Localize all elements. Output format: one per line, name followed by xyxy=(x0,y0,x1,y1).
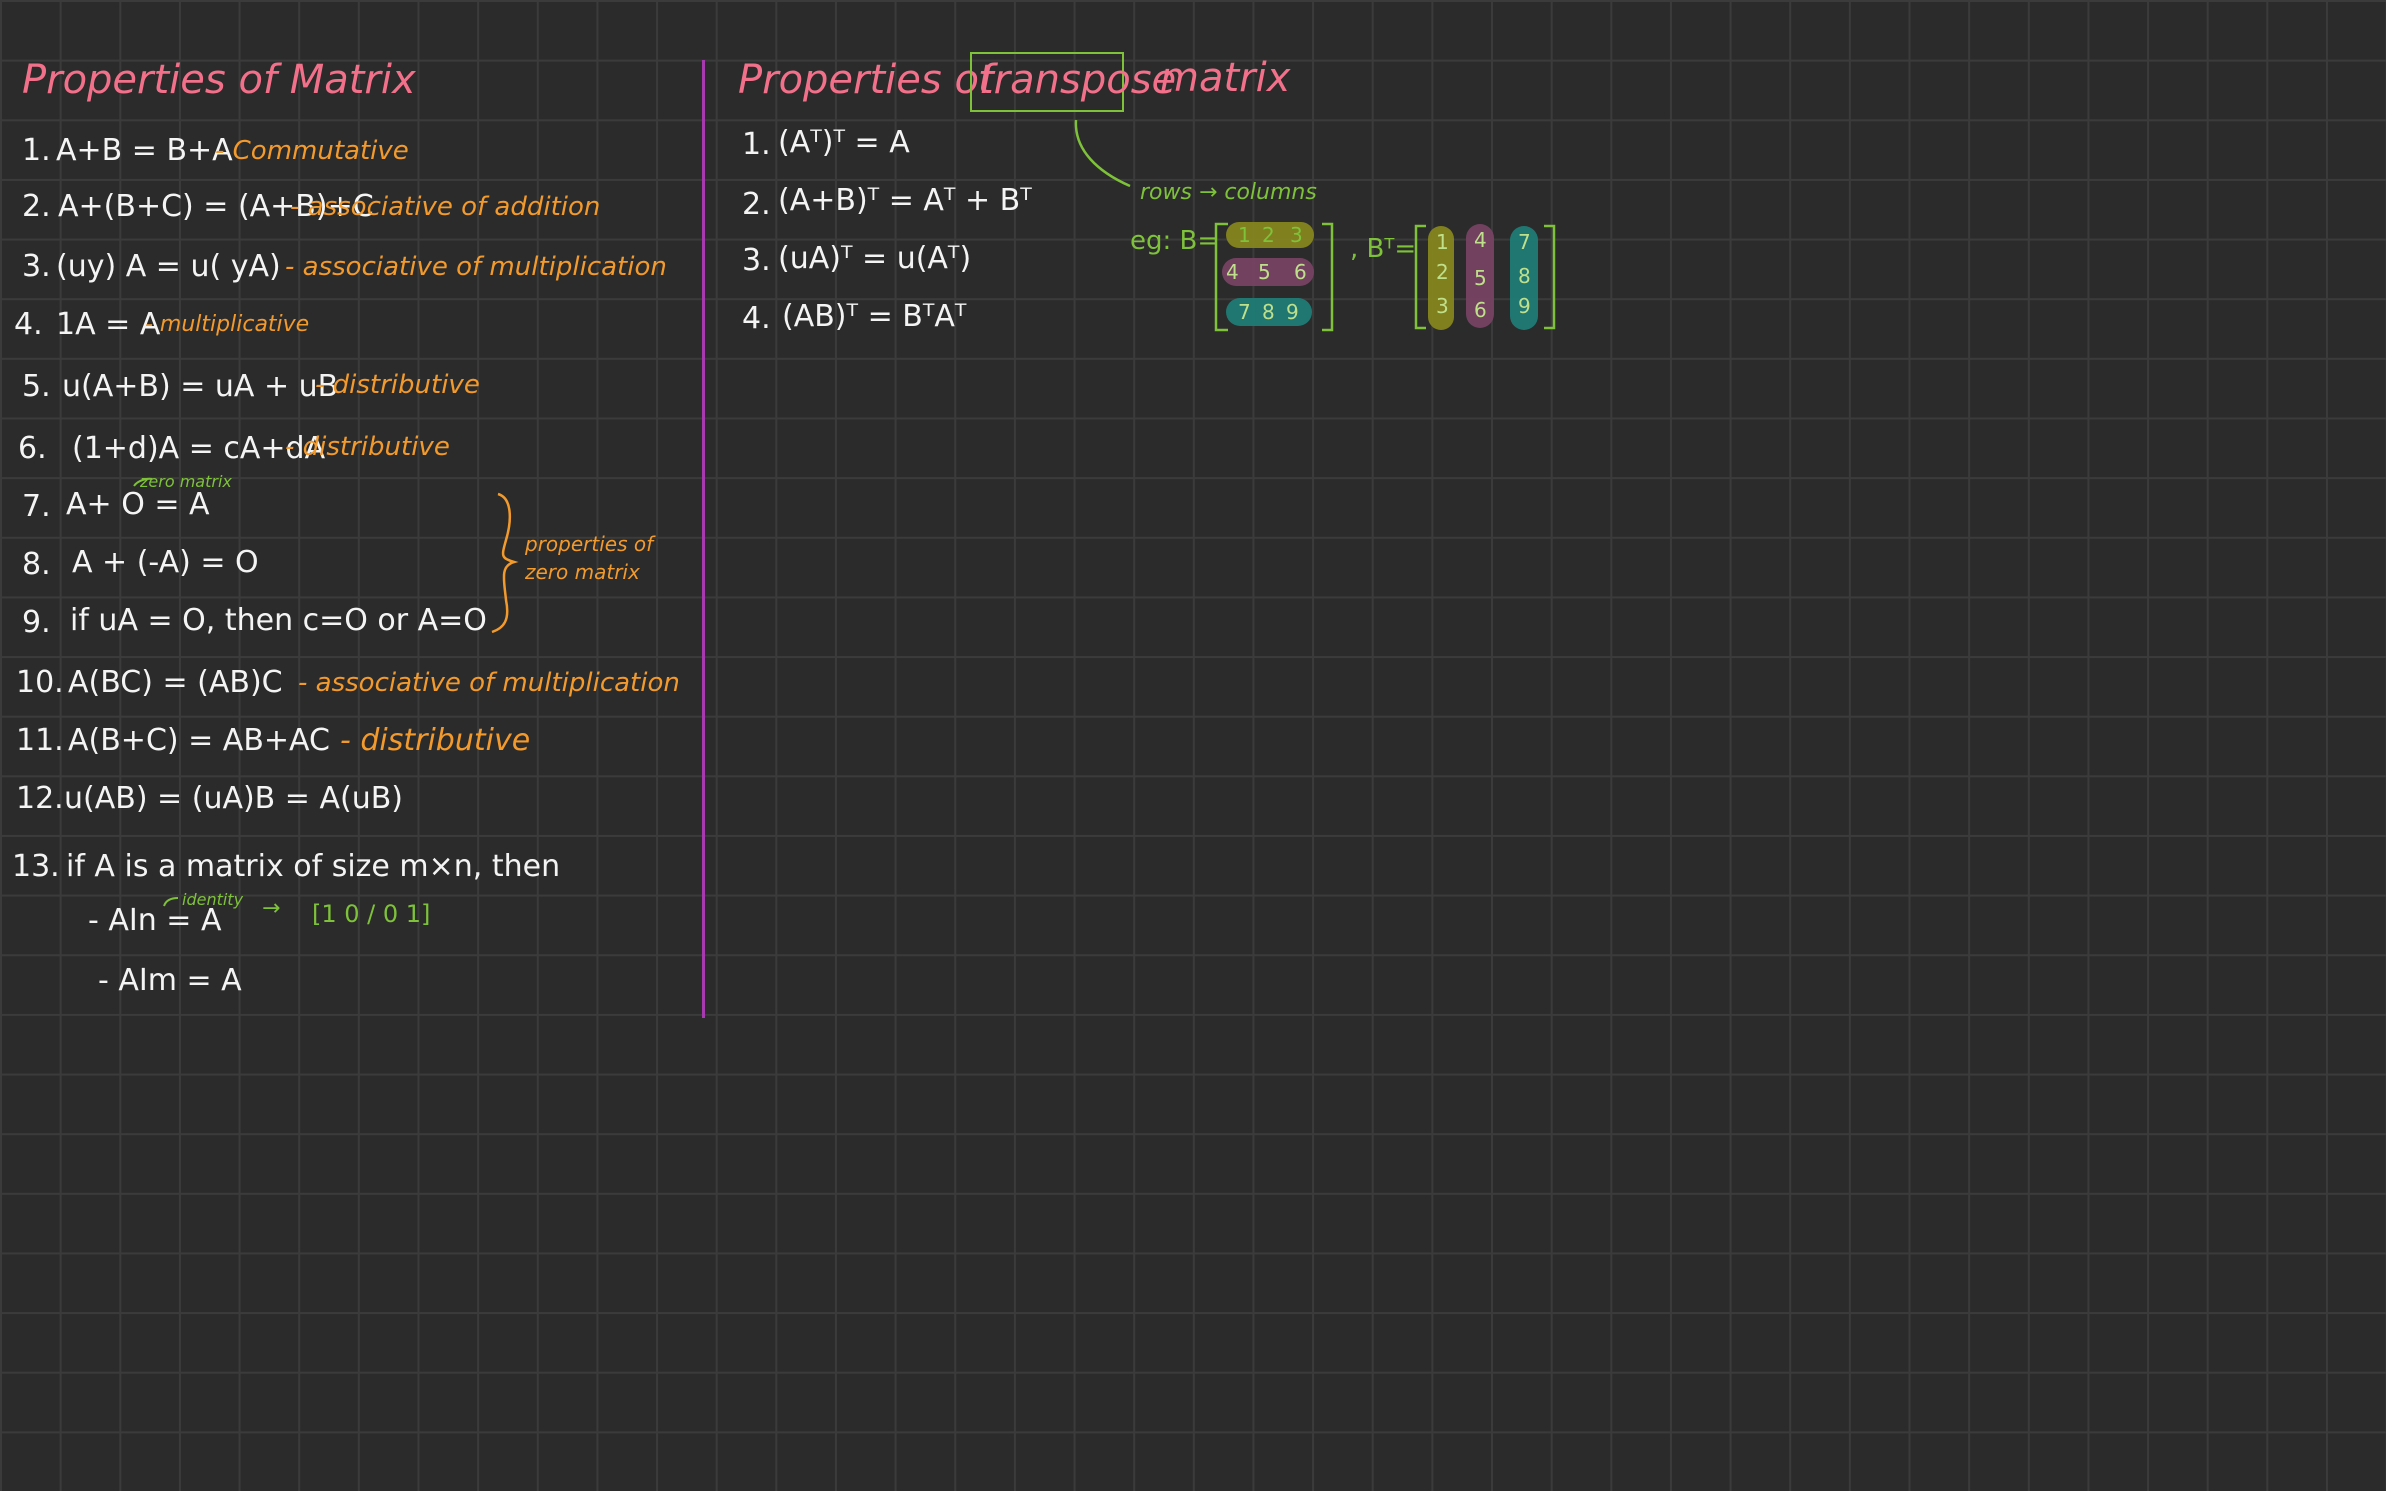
bt-entry: 7 xyxy=(1518,230,1531,254)
bt-entry: 5 xyxy=(1474,266,1487,290)
bt-entry: 1 xyxy=(1436,230,1449,254)
b-right-bracket xyxy=(1322,222,1334,332)
b-transpose-label: , Bᵀ= xyxy=(1350,234,1417,264)
b-entry: 8 xyxy=(1262,300,1275,324)
example-matrices xyxy=(1214,222,1556,332)
b-entry: 3 xyxy=(1290,223,1303,247)
bt-entry: 2 xyxy=(1436,260,1449,284)
bt-entry: 3 xyxy=(1436,294,1449,318)
bt-entry: 8 xyxy=(1518,264,1531,288)
b-entry: 5 xyxy=(1258,260,1271,284)
bt-entry: 6 xyxy=(1474,298,1487,322)
bt-entry: 9 xyxy=(1518,294,1531,318)
b-entry: 9 xyxy=(1286,300,1299,324)
bt-entry: 4 xyxy=(1474,228,1487,252)
b-entry: 7 xyxy=(1238,300,1251,324)
bt-left-bracket xyxy=(1414,224,1426,330)
b-entry: 1 xyxy=(1238,223,1251,247)
b-entry: 4 xyxy=(1226,260,1239,284)
bt-right-bracket xyxy=(1544,224,1556,330)
b-entry: 2 xyxy=(1262,223,1275,247)
b-entry: 6 xyxy=(1294,260,1307,284)
